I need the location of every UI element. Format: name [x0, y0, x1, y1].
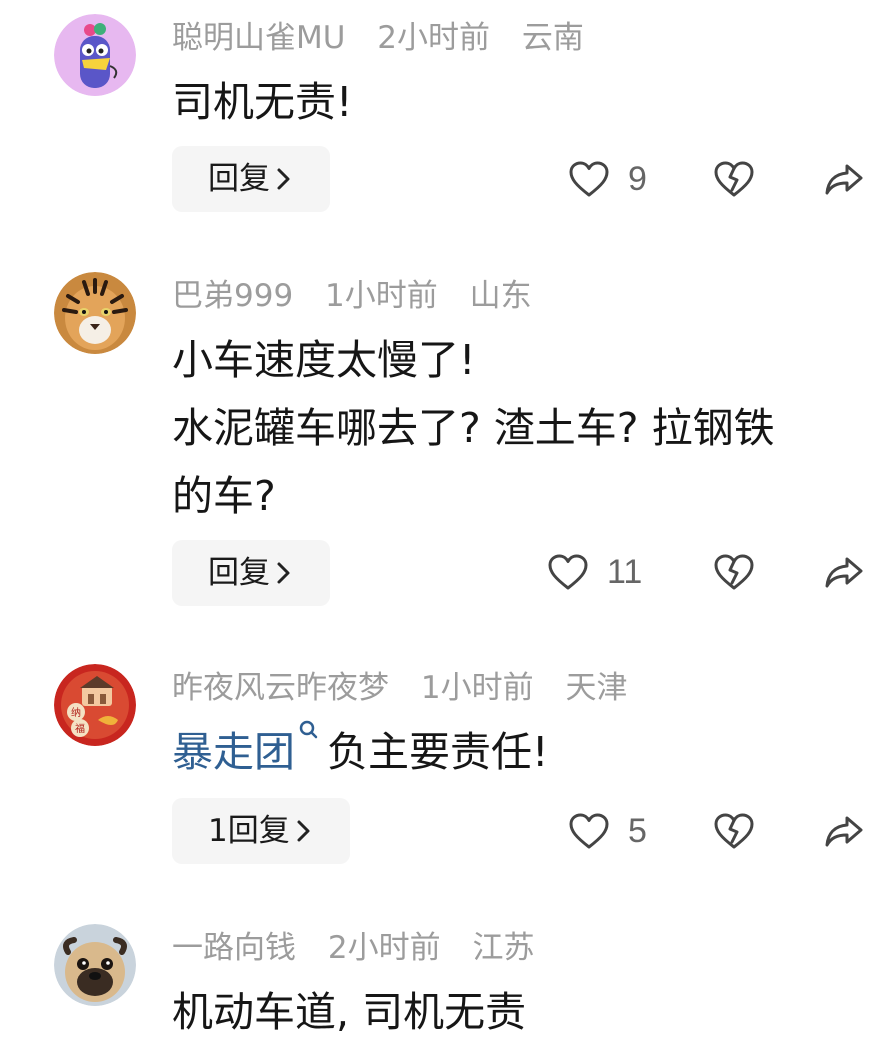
username[interactable]: 巴弟999: [172, 278, 293, 314]
share-arrow-icon: [825, 164, 863, 195]
comment-text-line: 暴走团 负主要责任!: [172, 718, 872, 786]
like-button[interactable]: 5: [568, 801, 647, 861]
reply-label: 回复: [208, 161, 270, 197]
heart-outline-icon: [548, 554, 588, 590]
avatar[interactable]: [54, 924, 136, 1006]
comment-text: 小车速度太慢了! 水泥罐车哪去了? 渣土车? 拉钢铁 的车?: [172, 326, 872, 530]
comment-text-line: 小车速度太慢了!: [172, 336, 476, 384]
location: 云南: [521, 20, 584, 56]
dislike-button[interactable]: [713, 149, 755, 209]
mention-link[interactable]: 暴走团: [172, 728, 295, 776]
timestamp: 2小时前: [377, 20, 491, 56]
comment-meta: 巴弟999 1小时前 山东: [172, 276, 554, 316]
avatar[interactable]: [54, 272, 136, 354]
like-button[interactable]: 11: [547, 542, 642, 602]
share-arrow-icon: [825, 557, 863, 588]
comment-text-line: 机动车道, 司机无责: [172, 988, 527, 1036]
avatar[interactable]: [54, 14, 136, 96]
reply-label: 1回复: [208, 813, 290, 849]
location: 江苏: [472, 930, 535, 966]
reply-button[interactable]: 回复: [172, 540, 330, 606]
like-count: 5: [628, 811, 647, 850]
dislike-button[interactable]: [713, 542, 755, 602]
avatar-fortune-image: 纳 福: [54, 664, 136, 746]
username[interactable]: 一路向钱: [172, 930, 296, 966]
avatar-bird-image: [54, 14, 136, 96]
broken-heart-icon: [714, 813, 754, 849]
comment-text-body: 负主要责任!: [327, 728, 549, 776]
heart-outline-icon: [569, 161, 609, 197]
timestamp: 1小时前: [325, 278, 438, 314]
svg-text:福: 福: [75, 722, 85, 735]
comment-meta: 聪明山雀MU 2小时前 云南: [172, 18, 606, 58]
chevron-right-icon: [297, 820, 310, 841]
dislike-button[interactable]: [713, 801, 755, 861]
timestamp: 2小时前: [327, 930, 441, 966]
location: 山东: [469, 278, 532, 314]
chevron-right-icon: [277, 168, 290, 189]
avatar[interactable]: 纳 福: [54, 664, 136, 746]
username[interactable]: 昨夜风云昨夜梦: [172, 670, 389, 706]
reply-label: 回复: [208, 555, 270, 591]
share-button[interactable]: [823, 149, 865, 209]
timestamp: 1小时前: [420, 670, 534, 706]
comment-text: 机动车道, 司机无责: [172, 978, 872, 1046]
heart-outline-icon: [569, 813, 609, 849]
comment-text-line: 的车?: [172, 472, 276, 520]
reply-button[interactable]: 回复: [172, 146, 330, 212]
broken-heart-icon: [714, 554, 754, 590]
share-button[interactable]: [823, 801, 865, 861]
comment-text-line: 水泥罐车哪去了? 渣土车? 拉钢铁: [172, 404, 775, 452]
location: 天津: [565, 670, 628, 706]
like-count: 11: [607, 552, 643, 591]
username[interactable]: 聪明山雀MU: [172, 20, 345, 56]
comment-meta: 一路向钱 2小时前 江苏: [172, 928, 556, 968]
like-button[interactable]: 9: [568, 149, 647, 209]
avatar-tiger-image: [54, 272, 136, 354]
svg-text:纳: 纳: [71, 706, 81, 719]
share-arrow-icon: [825, 816, 863, 847]
reply-button[interactable]: 1回复: [172, 798, 350, 864]
avatar-pug-image: [54, 924, 136, 1006]
comment-meta: 昨夜风云昨夜梦 1小时前 天津: [172, 668, 649, 708]
comment-text: 暴走团 负主要责任!: [172, 718, 872, 786]
broken-heart-icon: [714, 161, 754, 197]
search-icon[interactable]: [297, 718, 319, 744]
share-button[interactable]: [823, 542, 865, 602]
like-count: 9: [628, 159, 647, 198]
comment-text: 司机无责!: [172, 68, 872, 136]
chevron-right-icon: [277, 562, 290, 583]
comment-text-line: 司机无责!: [172, 78, 353, 126]
